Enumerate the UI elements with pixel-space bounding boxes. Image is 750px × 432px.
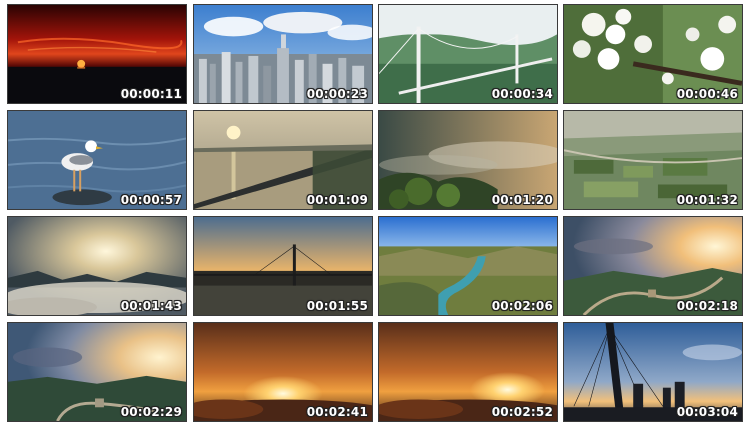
thumbnail-river-bridge-sunrise[interactable]: 00:01:09 [193, 110, 373, 210]
thumbnail-timestamp: 00:00:34 [491, 87, 553, 101]
thumbnail-timestamp: 00:01:32 [676, 193, 738, 207]
thumbnail-timestamp: 00:02:06 [491, 299, 553, 313]
thumbnail-sun-above-clouds-1[interactable]: 00:02:41 [193, 322, 373, 422]
thumbnail-aerial-countryside[interactable]: 00:01:32 [563, 110, 743, 210]
thumbnail-river-gorge[interactable]: 00:02:06 [378, 216, 558, 316]
thumbnail-timestamp: 00:00:23 [306, 87, 368, 101]
thumbnail-sun-above-clouds-2[interactable]: 00:02:52 [378, 322, 558, 422]
thumbnail-white-blossoms[interactable]: 00:00:46 [563, 4, 743, 104]
thumbnail-timestamp: 00:01:09 [306, 193, 368, 207]
thumbnail-sea-of-clouds[interactable]: 00:01:43 [7, 216, 187, 316]
thumbnail-city-skyline[interactable]: 00:00:23 [193, 4, 373, 104]
thumbnail-timestamp: 00:01:43 [120, 299, 182, 313]
thumbnail-timestamp: 00:02:18 [676, 299, 738, 313]
thumbnail-seagull-on-rock[interactable]: 00:00:57 [7, 110, 187, 210]
thumbnail-timestamp: 00:03:04 [676, 405, 738, 419]
thumbnail-suspension-bridge[interactable]: 00:00:34 [378, 4, 558, 104]
thumbnail-timestamp: 00:00:11 [120, 87, 182, 101]
thumbnail-great-wall-sunrise[interactable]: 00:02:29 [7, 322, 187, 422]
thumbnail-grid: 00:00:11 00:00:23 00:00:34 00:00:46 00:0… [0, 0, 750, 432]
thumbnail-cable-bridge-dusk[interactable]: 00:01:55 [193, 216, 373, 316]
thumbnail-timestamp: 00:02:41 [306, 405, 368, 419]
thumbnail-timestamp: 00:02:29 [120, 405, 182, 419]
thumbnail-great-wall-sunset[interactable]: 00:02:18 [563, 216, 743, 316]
thumbnail-misty-valley[interactable]: 00:01:20 [378, 110, 558, 210]
thumbnail-sunset-over-sea[interactable]: 00:00:11 [7, 4, 187, 104]
thumbnail-cable-bridge-silhouette[interactable]: 00:03:04 [563, 322, 743, 422]
thumbnail-timestamp: 00:01:55 [306, 299, 368, 313]
thumbnail-timestamp: 00:00:46 [676, 87, 738, 101]
thumbnail-timestamp: 00:02:52 [491, 405, 553, 419]
thumbnail-timestamp: 00:01:20 [491, 193, 553, 207]
thumbnail-timestamp: 00:00:57 [120, 193, 182, 207]
